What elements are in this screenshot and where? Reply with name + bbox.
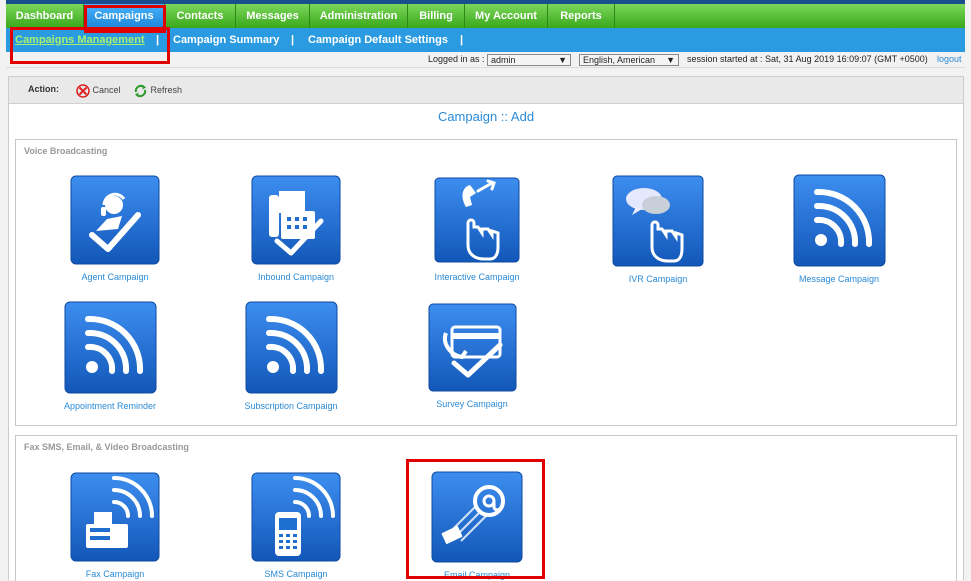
status-bar: Logged in as : admin ▼ English, American… — [6, 52, 965, 67]
divider — [6, 67, 965, 68]
session-info: session started at : Sat, 31 Aug 2019 16… — [687, 54, 928, 64]
tile-label: Interactive Campaign — [434, 272, 520, 282]
broadcast-icon — [64, 301, 156, 394]
email-icon — [431, 471, 523, 563]
nav-billing[interactable]: Billing — [408, 4, 465, 28]
section-title: Voice Broadcasting — [24, 146, 108, 156]
agent-icon — [70, 175, 160, 265]
nav-contacts[interactable]: Contacts — [165, 4, 236, 28]
subnav-separator: | — [156, 34, 160, 46]
sub-nav: Campaigns Management | Campaign Summary … — [6, 28, 965, 52]
subnav-campaign-summary[interactable]: Campaign Summary — [173, 28, 279, 52]
nav-reports[interactable]: Reports — [548, 4, 615, 28]
user-select[interactable]: admin ▼ — [487, 54, 571, 66]
subnav-separator: | — [291, 34, 295, 46]
broadcast-icon — [245, 301, 337, 394]
survey-campaign-tile[interactable]: Survey Campaign — [382, 303, 562, 409]
subnav-separator: | — [460, 34, 464, 46]
fax-sms-email-section: Fax SMS, Email, & Video Broadcasting Fax… — [15, 435, 957, 581]
survey-icon — [428, 303, 516, 392]
refresh-label: Refresh — [150, 85, 183, 95]
user-value: admin — [491, 55, 516, 65]
main-panel: Action: Cancel Refresh Campaign :: Add V… — [8, 76, 964, 581]
cancel-button[interactable]: Cancel — [76, 83, 121, 98]
tile-label: Subscription Campaign — [244, 401, 338, 411]
tile-label: Survey Campaign — [436, 399, 508, 409]
page-title: Campaign :: Add — [437, 109, 535, 124]
nav-campaigns[interactable]: Campaigns — [84, 4, 165, 28]
subscription-campaign-tile[interactable]: Subscription Campaign — [201, 301, 381, 411]
tile-label: Fax Campaign — [85, 569, 145, 579]
nav-my-account[interactable]: My Account — [465, 4, 548, 28]
language-select[interactable]: English, American ▼ — [579, 54, 679, 66]
top-nav: Dashboard Campaigns Contacts Messages Ad… — [6, 4, 965, 28]
tile-label: SMS Campaign — [264, 569, 328, 579]
fax-campaign-tile[interactable]: Fax Campaign — [25, 472, 205, 579]
nav-dashboard[interactable]: Dashboard — [6, 4, 84, 28]
logout-link[interactable]: logout — [937, 54, 962, 64]
ivr-campaign-tile[interactable]: IVR Campaign — [568, 175, 748, 284]
subnav-campaign-default-settings[interactable]: Campaign Default Settings — [308, 28, 448, 52]
phone-touch-icon — [434, 177, 520, 263]
tile-label: Agent Campaign — [81, 272, 149, 282]
fax-icon — [70, 472, 160, 562]
section-title: Fax SMS, Email, & Video Broadcasting — [24, 442, 189, 452]
tile-label: Appointment Reminder — [63, 401, 157, 411]
fax-phone-icon — [251, 175, 341, 265]
sms-icon — [251, 472, 341, 562]
nav-administration[interactable]: Administration — [310, 4, 408, 28]
tile-label: Inbound Campaign — [257, 272, 335, 282]
chevron-down-icon: ▼ — [666, 55, 675, 65]
action-label: Action: — [28, 84, 59, 94]
subnav-campaigns-management[interactable]: Campaigns Management — [15, 28, 145, 52]
nav-messages[interactable]: Messages — [236, 4, 310, 28]
email-campaign-tile[interactable]: Email Campaign — [387, 471, 567, 580]
refresh-icon — [134, 84, 147, 97]
chevron-down-icon: ▼ — [558, 55, 567, 65]
refresh-button[interactable]: Refresh — [133, 83, 182, 97]
voice-broadcasting-section: Voice Broadcasting Agent Campaign Inboun… — [15, 139, 957, 426]
logged-in-label: Logged in as : — [428, 54, 485, 64]
language-value: English, American — [583, 55, 656, 65]
agent-campaign-tile[interactable]: Agent Campaign — [25, 175, 205, 282]
appointment-reminder-tile[interactable]: Appointment Reminder — [20, 301, 200, 411]
cancel-icon — [76, 83, 90, 98]
tile-label: IVR Campaign — [628, 274, 688, 284]
cancel-label: Cancel — [92, 85, 121, 95]
sms-campaign-tile[interactable]: SMS Campaign — [206, 472, 386, 579]
message-campaign-tile[interactable]: Message Campaign — [749, 174, 929, 284]
inbound-campaign-tile[interactable]: Inbound Campaign — [206, 175, 386, 282]
tile-label: Message Campaign — [798, 274, 880, 284]
interactive-campaign-tile[interactable]: Interactive Campaign — [387, 175, 567, 282]
broadcast-icon — [793, 174, 885, 267]
ivr-icon — [612, 175, 704, 267]
action-bar: Action: Cancel Refresh — [9, 77, 963, 104]
